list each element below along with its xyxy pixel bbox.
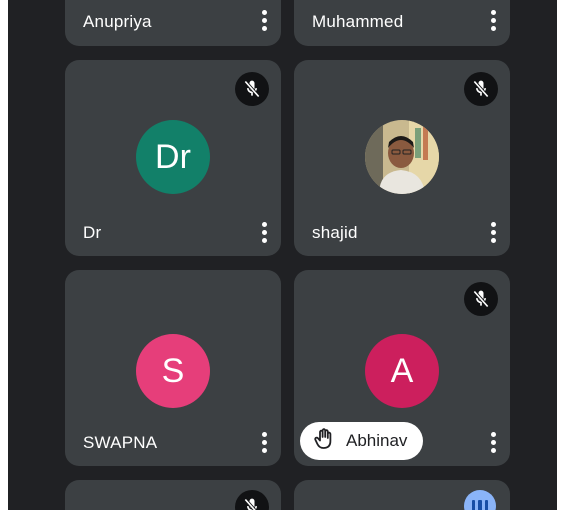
participant-name: SWAPNA (83, 433, 158, 452)
profile-photo (365, 120, 439, 194)
avatar: S (136, 334, 210, 408)
mic-off-icon (235, 490, 269, 510)
participant-name: Abhinav (346, 431, 408, 450)
participant-tile-abhinav[interactable]: A Abhinav (294, 270, 510, 466)
mic-off-icon (464, 72, 498, 106)
more-options-icon[interactable] (261, 430, 267, 454)
more-options-icon[interactable] (490, 8, 496, 32)
mic-off-icon (464, 282, 498, 316)
more-options-icon[interactable] (261, 8, 267, 32)
participant-name: Muhammed (312, 12, 404, 31)
meeting-grid: Anupriya Muhammed Dr Dr shajid S SWAPNA … (8, 0, 557, 510)
raised-hand-icon (314, 427, 334, 455)
avatar: A (365, 334, 439, 408)
participant-name: Dr (83, 223, 102, 242)
participant-name: Anupriya (83, 12, 152, 31)
participant-tile-shajid[interactable]: shajid (294, 60, 510, 256)
more-options-icon[interactable] (490, 430, 496, 454)
participant-tile[interactable] (294, 480, 510, 510)
participant-tile-swapna[interactable]: S SWAPNA (65, 270, 281, 466)
participant-tile-muhammed[interactable]: Muhammed (294, 0, 510, 46)
avatar: Dr (136, 120, 210, 194)
more-options-icon[interactable] (261, 220, 267, 244)
audio-level-icon (464, 490, 496, 510)
raised-hand-badge: Abhinav (300, 422, 424, 460)
mic-off-icon (235, 72, 269, 106)
more-options-icon[interactable] (490, 220, 496, 244)
participant-tile-dr[interactable]: Dr Dr (65, 60, 281, 256)
participant-tile-anupriya[interactable]: Anupriya (65, 0, 281, 46)
participant-tile[interactable] (65, 480, 281, 510)
participant-name: shajid (312, 223, 358, 242)
